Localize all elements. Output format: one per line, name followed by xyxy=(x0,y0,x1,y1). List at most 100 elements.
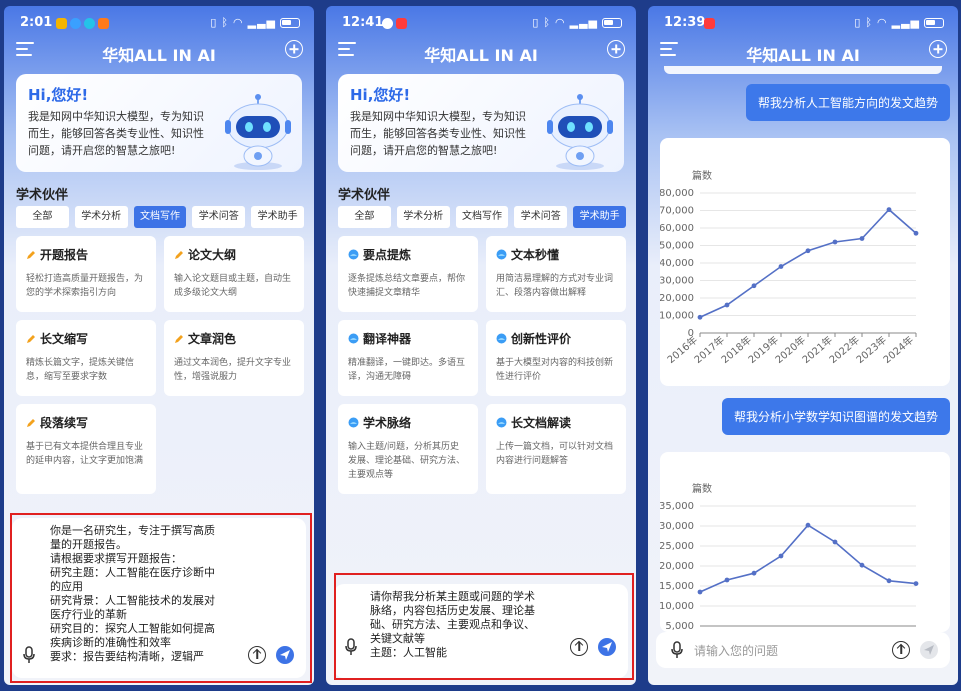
chart-card-2: 篇数 5,000 10,000 15,000 20,000 25,000 30,000 35,… xyxy=(660,452,950,632)
line-chart-1: 篇数010,00020,00030,00040,00050,00060,0007… xyxy=(659,169,919,366)
data-point xyxy=(778,264,784,269)
prompt-input[interactable]: 你是一名研究生，专注于撰写高质 量的开题报告。 请根据要求撰写开题报告： 研究主… xyxy=(12,518,306,678)
app-title: 华知ALL IN AI xyxy=(102,46,216,65)
card-title: 文章润色 xyxy=(174,330,294,347)
tool-card-summarize[interactable]: 长文缩写 精炼长篇文字，提炼关键信息，缩写至要求字数 xyxy=(16,320,156,396)
send-icon[interactable] xyxy=(598,638,616,656)
nfc-icon: ▯ xyxy=(210,16,218,29)
nfc-icon: ▯ xyxy=(532,16,540,29)
upload-icon[interactable] xyxy=(892,641,910,659)
card-title-text: 长文档解读 xyxy=(511,416,572,430)
card-desc: 精炼长篇文字，提炼关键信息，缩写至要求字数 xyxy=(26,358,135,382)
tool-card-proposal[interactable]: 开题报告 轻松打造高质量开题报告，为您的学术探索指引方向 xyxy=(16,236,156,312)
data-point xyxy=(832,539,838,545)
app-title: 华知ALL IN AI xyxy=(424,46,538,65)
card-title-text: 文本秒懂 xyxy=(511,248,560,262)
tab-academic-assistant[interactable]: 学术助手 xyxy=(251,206,304,228)
top-bar: 华知ALL IN AI xyxy=(326,36,636,68)
card-desc: 通过文本润色，提升文字专业性，增强说服力 xyxy=(174,358,292,382)
card-desc: 精准翻译，一键即达。多语互译，沟通无障碍 xyxy=(348,358,466,382)
tab-all[interactable]: 全部 xyxy=(338,206,391,228)
welcome-greeting: Hi,您好! xyxy=(350,86,411,104)
y-tick-label: 30,000 xyxy=(660,521,694,532)
data-point xyxy=(832,239,838,245)
y-tick-label: 35,000 xyxy=(660,501,694,512)
notification-icon xyxy=(704,18,715,29)
x-tick-label: 2024年 xyxy=(880,333,916,366)
tool-card-explain[interactable]: 文本秒懂 用简洁易理解的方式对专业词汇、段落内容做出解释 xyxy=(486,236,626,312)
tool-card-translate[interactable]: 翻译神器 精准翻译，一键即达。多语互译，沟通无障碍 xyxy=(338,320,478,396)
notification-icon xyxy=(98,18,109,29)
card-title: 论文大纲 xyxy=(174,246,294,263)
y-tick-label: 50,000 xyxy=(660,241,694,252)
phone-screen-1: 2:01 ▯ ᛒ ◠ ▂▃▅ 华知ALL IN AI Hi,您好! 我是知网中华知识大… xyxy=(4,6,314,685)
phone-screen-3: 12:39 ▯ ᛒ ◠ ▂▃▅ 华知ALL IN AI 帮我分析人工智能方向的发文趋势… xyxy=(648,6,958,685)
tab-all[interactable]: 全部 xyxy=(16,206,69,228)
tab-academic-qa[interactable]: 学术问答 xyxy=(192,206,246,228)
card-title-text: 文章润色 xyxy=(188,332,237,346)
new-chat-icon[interactable] xyxy=(607,40,625,58)
pencil-icon xyxy=(27,250,35,259)
microphone-icon[interactable] xyxy=(22,646,36,664)
card-desc: 用简洁易理解的方式对专业词汇、段落内容做出解释 xyxy=(496,274,614,298)
signal-icon: ▂▃▅ xyxy=(247,16,276,29)
card-desc: 输入论文题目或主题，自动生成多级论文大纲 xyxy=(174,274,292,298)
notification-icon xyxy=(84,18,95,29)
new-chat-icon[interactable] xyxy=(285,40,303,58)
tool-card-continue[interactable]: 段落续写 基于已有文本提供合理且专业的延申内容，让文字更加饱满 xyxy=(16,404,156,494)
card-title-text: 学术脉络 xyxy=(363,416,412,430)
tool-card-context[interactable]: 学术脉络 输入主题/问题，分析其历史发展、理论基础、研究方法、主要观点等 xyxy=(338,404,478,494)
y-axis-label: 篇数 xyxy=(692,482,712,495)
tool-card-innovation[interactable]: 创新性评价 基于大模型对内容的科技创新性进行评价 xyxy=(486,320,626,396)
input-placeholder: 请输入您的问题 xyxy=(694,644,779,658)
notification-icon xyxy=(382,18,393,29)
prompt-input[interactable]: 请你帮我分析某主题或问题的学术 脉络，内容包括历史发展、理论基 础、研究方法、主… xyxy=(334,584,628,678)
microphone-icon[interactable] xyxy=(344,638,358,656)
send-icon[interactable] xyxy=(920,641,938,659)
tab-academic-analysis[interactable]: 学术分析 xyxy=(396,206,450,228)
droplet-icon xyxy=(496,417,507,428)
tool-card-key-points[interactable]: 要点提炼 逐条提炼总结文章要点，帮你快速捕捉文章精华 xyxy=(338,236,478,312)
card-desc: 基于已有文本提供合理且专业的延申内容，让文字更加饱满 xyxy=(26,442,144,466)
y-tick-label: 10,000 xyxy=(660,311,694,322)
tool-card-outline[interactable]: 论文大纲 输入论文题目或主题，自动生成多级论文大纲 xyxy=(164,236,304,312)
tool-card-long-doc[interactable]: 长文档解读 上传一篇文档，可以针对文档内容进行问题解答 xyxy=(486,404,626,494)
robot-mascot-icon xyxy=(547,94,613,170)
previous-message-edge xyxy=(664,66,942,74)
y-tick-label: 25,000 xyxy=(660,541,694,552)
welcome-card: Hi,您好! 我是知网中华知识大模型，专为知识 而生，能够回答各类专业性、知识性… xyxy=(338,74,624,172)
tab-academic-qa[interactable]: 学术问答 xyxy=(514,206,568,228)
tab-document-writing[interactable]: 文档写作 xyxy=(133,206,187,228)
robot-mascot-icon xyxy=(225,94,291,170)
droplet-icon xyxy=(348,249,359,260)
welcome-greeting: Hi,您好! xyxy=(28,86,89,104)
tab-academic-assistant[interactable]: 学术助手 xyxy=(573,206,626,228)
send-icon[interactable] xyxy=(276,646,294,664)
card-title: 长文缩写 xyxy=(26,330,146,347)
card-desc: 上传一篇文档，可以针对文档内容进行问题解答 xyxy=(496,442,614,466)
section-title: 学术伙伴 xyxy=(338,188,391,203)
upload-icon[interactable] xyxy=(570,638,588,656)
data-point xyxy=(805,248,811,254)
y-tick-label: 20,000 xyxy=(660,293,694,304)
upload-icon[interactable] xyxy=(248,646,266,664)
question-input[interactable]: 请输入您的问题 xyxy=(656,632,950,668)
notification-icon xyxy=(56,18,67,29)
card-desc: 基于大模型对内容的科技创新性进行评价 xyxy=(496,358,614,382)
wifi-icon: ◠ xyxy=(555,16,566,29)
tool-card-polish[interactable]: 文章润色 通过文本润色，提升文字专业性，增强说服力 xyxy=(164,320,304,396)
microphone-icon[interactable] xyxy=(670,641,684,659)
tab-academic-analysis[interactable]: 学术分析 xyxy=(74,206,128,228)
y-tick-label: 10,000 xyxy=(660,601,694,612)
tab-document-writing[interactable]: 文档写作 xyxy=(455,206,509,228)
new-chat-icon[interactable] xyxy=(929,40,947,58)
phone-screen-2: 12:41 ▯ ᛒ ◠ ▂▃▅ 华知ALL IN AI Hi,您好! 我是知网中华知识… xyxy=(326,6,636,685)
line-chart-2: 篇数 5,000 10,000 15,000 20,000 25,000 30,000 35,… xyxy=(660,482,919,632)
status-bar: 12:39 ▯ ᛒ ◠ ▂▃▅ xyxy=(648,14,958,32)
system-icons: ▯ ᛒ ◠ ▂▃▅ xyxy=(532,16,622,29)
y-tick-label: 40,000 xyxy=(660,258,694,269)
card-desc: 逐条提炼总结文章要点，帮你快速捕捉文章精华 xyxy=(348,274,466,298)
system-icons: ▯ ᛒ ◠ ▂▃▅ xyxy=(210,16,300,29)
signal-icon: ▂▃▅ xyxy=(891,16,920,29)
status-bar: 2:01 ▯ ᛒ ◠ ▂▃▅ xyxy=(4,14,314,32)
